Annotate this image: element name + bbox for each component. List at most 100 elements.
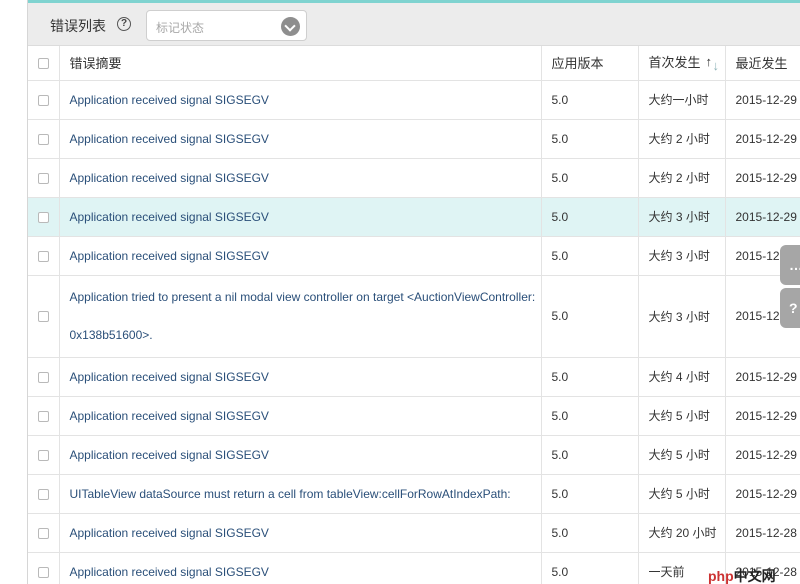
- first-occurred: 大约 5 小时: [638, 474, 726, 514]
- watermark-text-b: 中文网: [733, 568, 776, 584]
- help-float-button[interactable]: ?: [780, 288, 800, 328]
- row-select-cell: [28, 80, 60, 120]
- panel-title: 错误列表: [50, 18, 106, 34]
- first-occurred: 大约 2 小时: [638, 158, 726, 198]
- row-checkbox[interactable]: [37, 488, 49, 500]
- last-occurred: 2015-12-29 1: [725, 80, 800, 120]
- error-summary-link[interactable]: Application received signal SIGSEGV: [59, 119, 542, 159]
- first-occurred: 大约 20 小时: [638, 513, 726, 553]
- error-summary-link[interactable]: Application tried to present a nil modal…: [59, 275, 542, 358]
- row-checkbox[interactable]: [37, 371, 49, 383]
- left-gutter: [0, 0, 27, 584]
- last-occurred: 2015-12-29 1: [725, 435, 800, 475]
- app-version: 5.0: [541, 275, 639, 358]
- status-filter-select[interactable]: 标记状态: [146, 10, 307, 41]
- last-occurred: 2015-12-29 1: [725, 357, 800, 397]
- row-checkbox[interactable]: [37, 133, 49, 145]
- row-select-cell: [28, 435, 60, 475]
- row-select-cell: [28, 513, 60, 553]
- table-row[interactable]: Application received signal SIGSEGV 5.0 大约…: [28, 236, 800, 276]
- first-occurred: 大约 5 小时: [638, 435, 726, 475]
- first-occurred: 大约一小时: [638, 80, 726, 120]
- app-version: 5.0: [541, 80, 639, 120]
- table-row[interactable]: Application received signal SIGSEGV 5.0 一天…: [28, 552, 800, 584]
- app-version: 5.0: [541, 236, 639, 276]
- last-occurred: 2015-12-29 1: [725, 158, 800, 198]
- row-checkbox[interactable]: [37, 410, 49, 422]
- table-row[interactable]: Application received signal SIGSEGV 5.0 大约…: [28, 435, 800, 475]
- row-select-cell: [28, 357, 60, 397]
- last-occurred: 2015-12-29 1: [725, 119, 800, 159]
- last-occurred: 2015-12-29 1: [725, 474, 800, 514]
- row-select-cell: [28, 197, 60, 237]
- first-occurred: 大约 4 小时: [638, 357, 726, 397]
- watermark-text-a: php: [708, 568, 734, 584]
- status-filter-placeholder: 标记状态: [156, 21, 205, 35]
- error-summary-link[interactable]: Application received signal SIGSEGV: [59, 80, 542, 120]
- app-version: 5.0: [541, 396, 639, 436]
- row-select-cell: [28, 552, 60, 584]
- error-summary-link[interactable]: Application received signal SIGSEGV: [59, 396, 542, 436]
- chat-float-button[interactable]: …: [780, 245, 800, 285]
- error-summary-link[interactable]: Application received signal SIGSEGV: [59, 197, 542, 237]
- table-row[interactable]: Application received signal SIGSEGV 5.0 大约…: [28, 80, 800, 120]
- table-row[interactable]: Application received signal SIGSEGV 5.0 大约…: [28, 197, 800, 237]
- panel-header: 错误列表 ? 标记状态: [28, 0, 800, 46]
- row-checkbox[interactable]: [37, 250, 49, 262]
- first-occurred: 大约 3 小时: [638, 275, 726, 358]
- error-summary-link[interactable]: Application received signal SIGSEGV: [59, 236, 542, 276]
- column-header-version[interactable]: 应用版本: [541, 46, 639, 81]
- row-select-cell: [28, 158, 60, 198]
- table-row[interactable]: Application received signal SIGSEGV 5.0 大约…: [28, 158, 800, 198]
- error-summary-link[interactable]: Application received signal SIGSEGV: [59, 158, 542, 198]
- table-row[interactable]: Application received signal SIGSEGV 5.0 大约…: [28, 357, 800, 397]
- row-checkbox[interactable]: [37, 172, 49, 184]
- table-row[interactable]: UITableView dataSource must return a cel…: [28, 474, 800, 514]
- first-occurred: 大约 3 小时: [638, 197, 726, 237]
- row-select-cell: [28, 474, 60, 514]
- error-summary-link[interactable]: Application received signal SIGSEGV: [59, 435, 542, 475]
- error-table: 错误摘要 应用版本 首次发生 ↑ ↓ 最近发生 Application receiv…: [28, 46, 800, 584]
- first-occurred: 大约 3 小时: [638, 236, 726, 276]
- row-select-cell: [28, 119, 60, 159]
- last-occurred: 2015-12-29 1: [725, 396, 800, 436]
- help-circle-icon[interactable]: ?: [117, 17, 131, 31]
- column-header-last[interactable]: 最近发生: [725, 46, 800, 81]
- table-row[interactable]: Application received signal SIGSEGV 5.0 大约…: [28, 119, 800, 159]
- row-checkbox[interactable]: [37, 527, 49, 539]
- column-header-summary[interactable]: 错误摘要: [59, 46, 542, 81]
- row-select-cell: [28, 396, 60, 436]
- app-version: 5.0: [541, 513, 639, 553]
- app-version: 5.0: [541, 552, 639, 584]
- error-summary-link[interactable]: Application received signal SIGSEGV: [59, 357, 542, 397]
- error-summary-link[interactable]: Application received signal SIGSEGV: [59, 513, 542, 553]
- app-version: 5.0: [541, 357, 639, 397]
- error-summary-link[interactable]: Application received signal SIGSEGV: [59, 552, 542, 584]
- row-select-cell: [28, 275, 60, 358]
- sort-icon[interactable]: ↑ ↓: [705, 55, 721, 73]
- row-checkbox[interactable]: [37, 94, 49, 106]
- row-checkbox[interactable]: [37, 311, 49, 323]
- app-version: 5.0: [541, 435, 639, 475]
- row-checkbox[interactable]: [37, 566, 49, 578]
- table-row[interactable]: Application tried to present a nil modal…: [28, 275, 800, 358]
- select-all-cell: [28, 46, 60, 81]
- select-all-checkbox[interactable]: [37, 58, 49, 70]
- table-row[interactable]: Application received signal SIGSEGV 5.0 大约…: [28, 396, 800, 436]
- chevron-down-icon[interactable]: [281, 17, 300, 36]
- error-list-panel: 错误列表 ? 标记状态 错误摘要 应用版本 首次发生 ↑ ↓ 最近发生 Applic…: [27, 0, 800, 584]
- chat-icon: …: [789, 257, 800, 273]
- error-summary-link[interactable]: UITableView dataSource must return a cel…: [59, 474, 542, 514]
- first-occurred: 大约 2 小时: [638, 119, 726, 159]
- row-checkbox[interactable]: [37, 211, 49, 223]
- question-icon: ?: [789, 300, 798, 316]
- row-checkbox[interactable]: [37, 449, 49, 461]
- row-select-cell: [28, 236, 60, 276]
- column-header-first[interactable]: 首次发生 ↑ ↓: [638, 46, 726, 81]
- app-version: 5.0: [541, 197, 639, 237]
- last-occurred: 2015-12-28 2: [725, 513, 800, 553]
- last-occurred: 2015-12-29 1: [725, 197, 800, 237]
- app-version: 5.0: [541, 474, 639, 514]
- table-row[interactable]: Application received signal SIGSEGV 5.0 大约…: [28, 513, 800, 553]
- column-header-first-label: 首次发生: [648, 55, 701, 71]
